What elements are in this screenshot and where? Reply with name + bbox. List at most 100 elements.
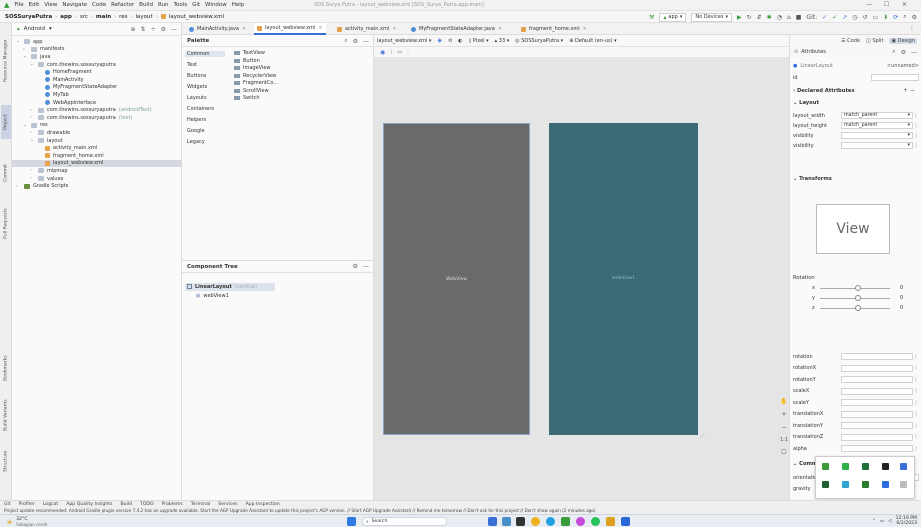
layout-section-header[interactable]: ⌄ Layout — [793, 100, 819, 106]
palette-category[interactable]: Text — [187, 62, 197, 68]
menu-refactor[interactable]: Refactor — [111, 2, 134, 8]
app-tray-icon[interactable] — [862, 481, 869, 488]
close-icon[interactable]: × — [242, 26, 246, 32]
menu-edit[interactable]: Edit — [29, 2, 40, 8]
resource-picker-icon[interactable]: ▯ — [913, 423, 919, 429]
pen-tray-icon[interactable] — [882, 463, 889, 470]
palette-category[interactable]: Buttons — [187, 73, 206, 79]
night-mode-icon[interactable]: ◐ — [458, 38, 462, 44]
property-input[interactable] — [841, 376, 913, 383]
tree-item[interactable]: ⌄ layout — [12, 137, 181, 145]
attribute-value-select[interactable]: match_parent ▾ — [841, 122, 913, 129]
sdk-manager-icon[interactable]: ⬇ — [883, 14, 888, 21]
property-input[interactable] — [841, 445, 913, 452]
palette-item[interactable]: RecyclerView — [234, 73, 276, 79]
chevron-right-icon[interactable]: › — [30, 168, 35, 173]
blueprint-preview[interactable]: webView1 — [549, 123, 698, 435]
resource-picker-icon[interactable]: ▯ — [913, 400, 919, 406]
rotation-slider[interactable] — [820, 285, 890, 291]
volume-icon[interactable]: ◁ — [888, 519, 892, 524]
chevron-down-icon[interactable]: ⌄ — [30, 62, 35, 67]
design-mode-button[interactable]: ▣ Design — [889, 38, 917, 44]
breadcrumb-app[interactable]: app — [60, 14, 72, 20]
hide-panel-icon[interactable]: — — [911, 49, 917, 56]
app-tray-icon[interactable] — [842, 481, 849, 488]
component-webview1[interactable]: ◍ webView1 — [196, 292, 229, 300]
menu-window[interactable]: Window — [205, 2, 227, 8]
property-input[interactable] — [841, 433, 913, 441]
menu-navigate[interactable]: Navigate — [62, 2, 87, 8]
tree-item[interactable]: MyFragmentStateAdapter — [12, 84, 181, 92]
chevron-right-icon[interactable]: › — [16, 184, 21, 189]
design-surface-icon[interactable]: ◈ — [437, 37, 442, 44]
more-tabs-icon[interactable]: ⋮ — [909, 25, 915, 32]
property-input[interactable] — [841, 422, 913, 429]
menu-build[interactable]: Build — [139, 2, 153, 8]
palette-item[interactable]: ImageView — [234, 65, 271, 71]
onedrive-tray-icon[interactable] — [882, 481, 889, 488]
chevron-down-icon[interactable]: ⌄ — [16, 39, 21, 44]
zoom-in-icon[interactable]: + — [781, 411, 786, 418]
menu-git[interactable]: Git — [192, 2, 200, 8]
chevron-down-icon[interactable]: ⌄ — [23, 54, 28, 59]
close-icon[interactable]: × — [392, 26, 396, 32]
rotation-slider[interactable] — [820, 305, 890, 311]
transforms-section-header[interactable]: ⌄ Transforms — [793, 176, 832, 182]
tree-item[interactable]: › com.thewins.sossuryaputra (androidTest) — [12, 106, 181, 114]
breadcrumb-project[interactable]: SOSSuryaPutra — [5, 14, 52, 20]
file-explorer-icon[interactable] — [606, 517, 615, 526]
profile-icon[interactable]: ◔ — [777, 14, 782, 21]
close-icon[interactable]: × — [318, 25, 322, 31]
locale-select[interactable]: ⊕ Default (en-us) ▾ — [569, 38, 616, 44]
app-taskbar-icon[interactable] — [502, 517, 511, 526]
chevron-right-icon[interactable]: › — [30, 176, 35, 181]
palette-category[interactable]: Helpers — [187, 117, 206, 123]
android-studio-taskbar-icon[interactable] — [561, 517, 570, 526]
device-manager-icon[interactable]: ▭ — [873, 14, 879, 21]
resource-picker-icon[interactable]: ▯ — [913, 365, 919, 371]
settings-gear-icon[interactable]: ⚙ — [901, 49, 906, 56]
tool-structure[interactable]: Structure — [1, 441, 11, 481]
tool-terminal[interactable]: Terminal — [191, 502, 210, 507]
search-icon[interactable]: ⌕ — [903, 13, 906, 21]
pull-icon[interactable]: ↗ — [842, 14, 847, 21]
tool-build[interactable]: Build — [120, 502, 132, 507]
breadcrumb-file[interactable]: layout_webview.xml — [169, 14, 224, 20]
tab-layout-webview[interactable]: layout_webview.xml × — [254, 23, 326, 35]
api-level-select[interactable]: ▴ 33 ▾ — [495, 38, 510, 44]
declared-attributes-header[interactable]: › Declared Attributes — [793, 88, 855, 94]
property-input[interactable] — [841, 387, 913, 395]
menu-tools[interactable]: Tools — [174, 2, 188, 8]
minimize-icon[interactable]: — — [866, 1, 872, 8]
hide-panel-icon[interactable]: — — [171, 26, 177, 33]
app-tray-icon[interactable] — [842, 463, 849, 470]
resource-picker-icon[interactable]: ▯ — [913, 446, 919, 452]
options-gear-icon[interactable]: ⚙ — [161, 26, 166, 33]
tool-pull-requests[interactable]: Pull Requests — [1, 201, 11, 247]
orientation-icon[interactable]: ⟲ — [448, 38, 452, 44]
close-icon[interactable]: × — [498, 26, 502, 32]
pan-hand-icon[interactable]: ✋ — [780, 398, 787, 405]
tool-problems[interactable]: Problems — [162, 502, 183, 507]
breadcrumb-layout[interactable]: layout — [136, 14, 153, 20]
slider-knob[interactable] — [855, 285, 861, 291]
menu-view[interactable]: View — [44, 2, 57, 8]
chevron-right-icon[interactable]: › — [30, 130, 35, 135]
hammer-icon[interactable]: ⚒ — [649, 14, 654, 21]
clock[interactable]: 12:19 PM 6/2/2023 — [896, 516, 917, 526]
debug-icon[interactable]: ✱ — [767, 14, 772, 21]
resource-picker-icon[interactable]: ▯ — [913, 388, 919, 394]
app-tray-icon[interactable] — [822, 481, 829, 488]
tree-item[interactable]: activity_main.xml — [12, 144, 181, 152]
app-tray-icon[interactable] — [900, 481, 907, 488]
palette-item[interactable]: Switch — [234, 95, 260, 101]
bluetooth-tray-icon[interactable] — [900, 463, 907, 470]
tab-fragment-home[interactable]: fragment_home.xml × — [518, 23, 590, 35]
tool-project[interactable]: Project — [1, 105, 11, 139]
tree-item[interactable]: layout_webview.xml — [12, 159, 181, 168]
tree-item[interactable]: ⌄ com.thewins.sossuryaputra — [12, 61, 181, 69]
tree-item[interactable]: › mipmap — [12, 167, 181, 175]
rerun-icon[interactable]: ↻ — [747, 14, 752, 21]
tree-item[interactable]: fragment_home.xml — [12, 152, 181, 160]
palette-item[interactable]: FragmentCo... — [234, 80, 278, 86]
